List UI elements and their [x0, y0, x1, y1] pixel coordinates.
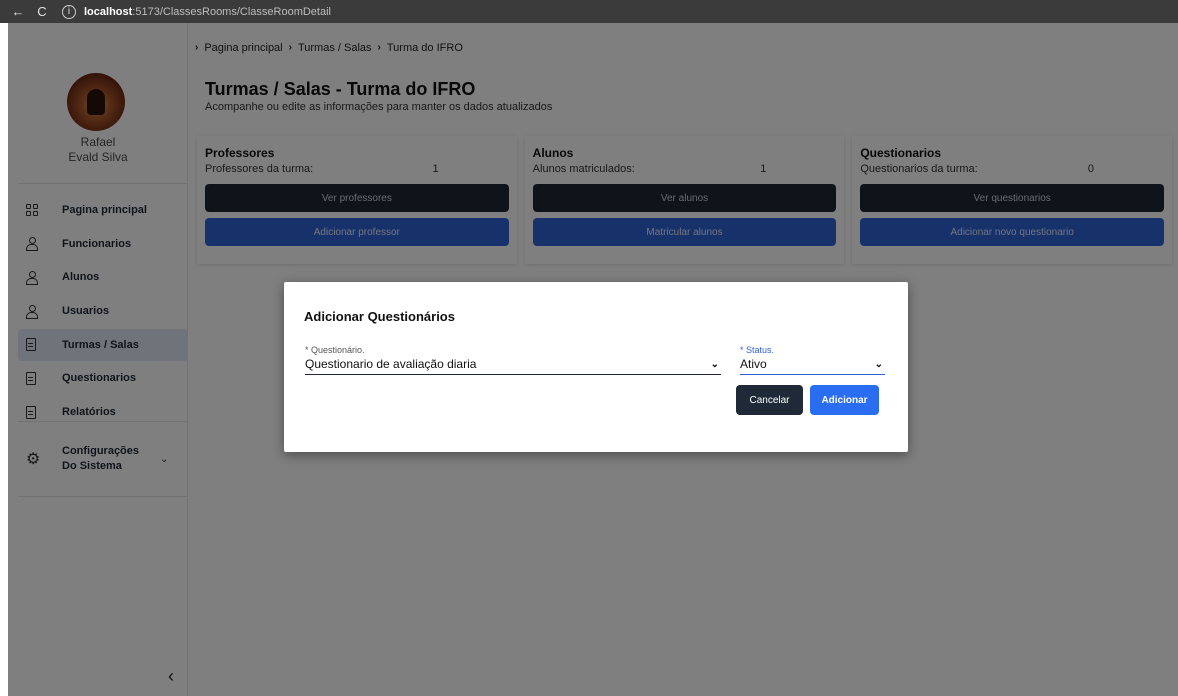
questionnaire-label: * Questionário.	[305, 345, 365, 355]
status-label: * Status.	[740, 345, 775, 355]
chevron-down-icon: ⌄	[874, 358, 883, 370]
add-button[interactable]: Adicionar	[810, 385, 879, 415]
questionnaire-select[interactable]: * Questionário. Questionario de avaliaçã…	[305, 345, 721, 375]
add-questionnaire-dialog: Adicionar Questionários * Questionário. …	[284, 282, 908, 452]
address-bar[interactable]: localhost:5173/ClassesRooms/ClasseRoomDe…	[84, 6, 331, 18]
chevron-down-icon: ⌄	[710, 358, 719, 370]
questionnaire-value: Questionario de avaliação diaria	[305, 357, 477, 371]
cancel-button[interactable]: Cancelar	[736, 385, 803, 415]
browser-toolbar: ← C i localhost:5173/ClassesRooms/Classe…	[0, 0, 1178, 23]
status-select[interactable]: * Status. Ativo ⌄	[740, 345, 885, 375]
url-host: localhost	[84, 5, 133, 18]
url-path: :5173/ClassesRooms/ClasseRoomDetail	[132, 5, 331, 18]
reload-icon[interactable]: C	[30, 4, 54, 19]
status-value: Ativo	[740, 357, 767, 371]
back-icon[interactable]: ←	[6, 4, 30, 19]
dialog-title: Adicionar Questionários	[304, 309, 455, 324]
info-icon[interactable]: i	[62, 4, 76, 19]
